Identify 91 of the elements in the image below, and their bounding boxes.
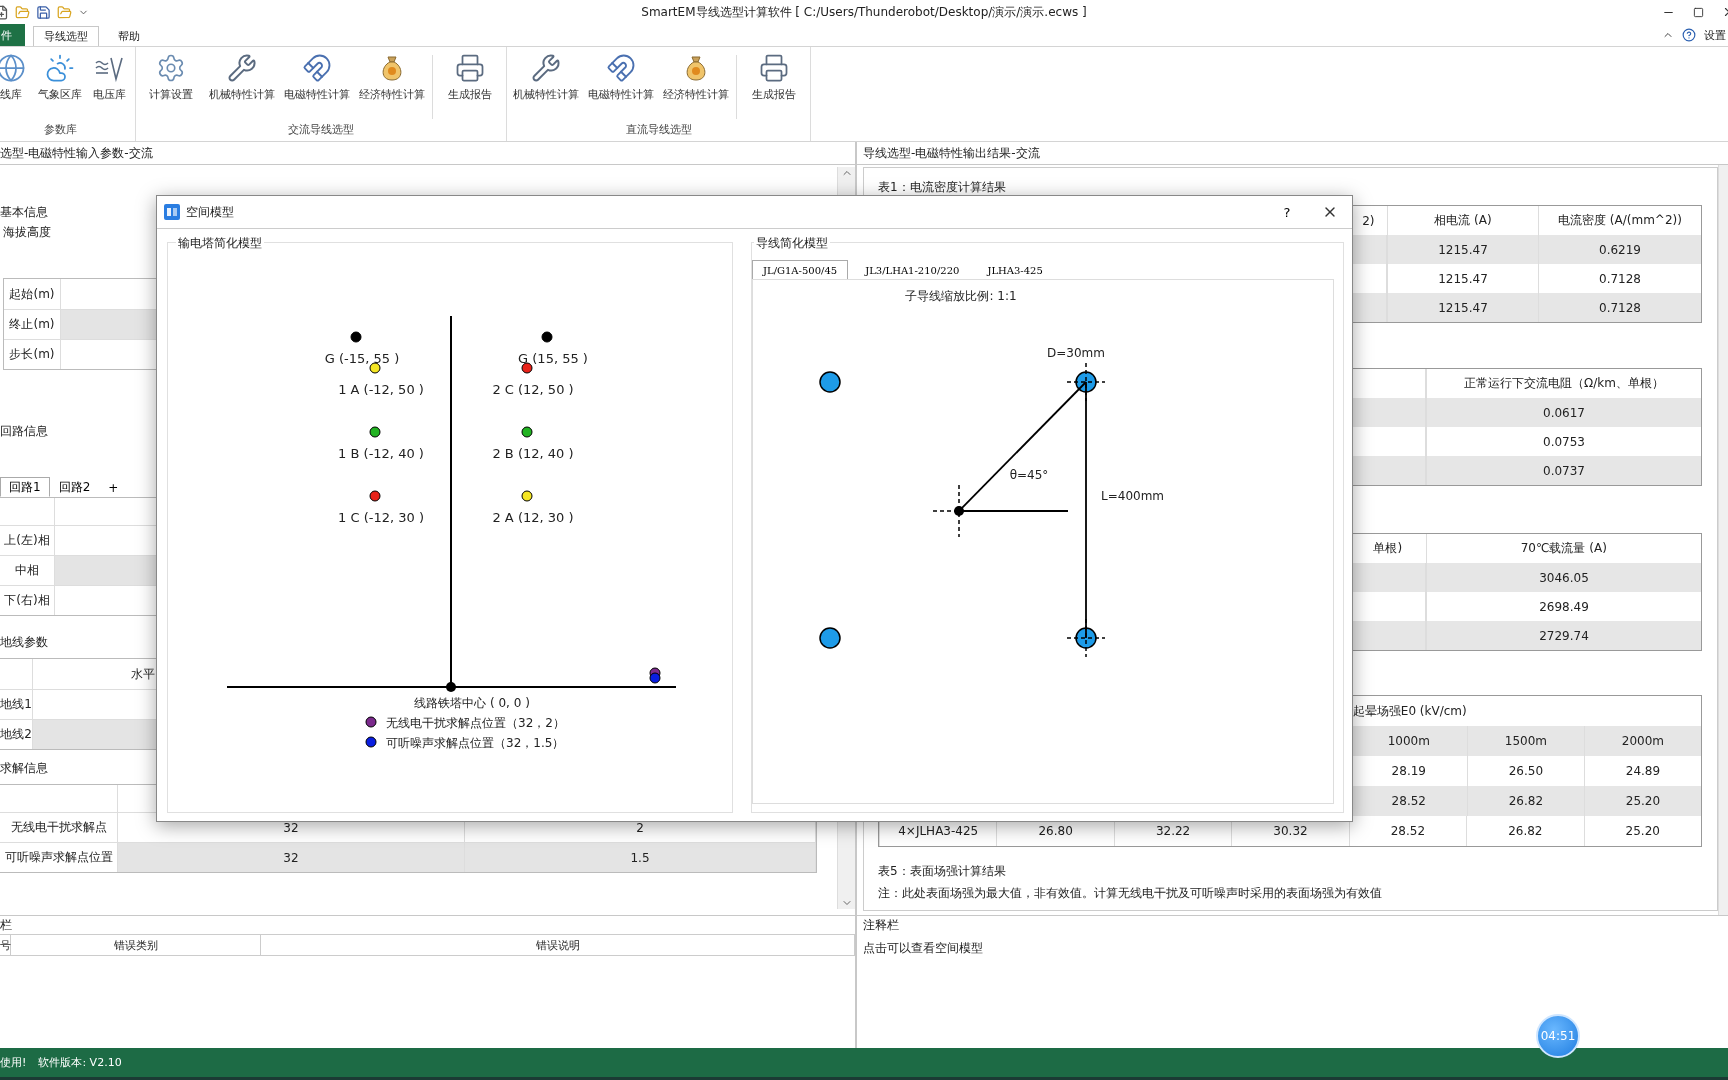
- panel-title: 导线选型-电磁特性输出结果-交流: [863, 144, 1040, 162]
- weather-icon: [45, 53, 75, 83]
- ribbon-button[interactable]: 机械特性计算: [207, 51, 277, 121]
- circuit-tab[interactable]: 回路1: [0, 477, 50, 497]
- field-label: 海拔高度: [3, 224, 51, 241]
- magnet-icon: [302, 53, 332, 83]
- ribbon-button[interactable]: 机械特性计算: [511, 51, 581, 121]
- point-label: 2 B (12, 40 ): [492, 446, 574, 461]
- note-text: 点击可以查看空间模型: [862, 940, 984, 957]
- panel-title: 栏: [0, 917, 13, 934]
- ribbon-button[interactable]: 气象区库: [38, 51, 82, 121]
- settings-icon: [156, 53, 186, 83]
- table-cell: 25.20: [1583, 816, 1701, 846]
- note-text: 注：此处表面场强为最大值，非有效值。计算无线电干扰及可听噪声时采用的表面场强为有效值: [878, 885, 1383, 902]
- point-label: 1 C (-12, 30 ): [338, 510, 424, 525]
- point-label: G (-15, 55 ): [324, 351, 400, 366]
- point-label: 1 A (-12, 50 ): [338, 382, 424, 397]
- point-label: 1 B (-12, 40 ): [338, 446, 424, 461]
- app-logo-icon: [164, 204, 180, 220]
- section-title: 回路信息: [0, 423, 48, 440]
- wrench-icon: [531, 53, 561, 83]
- dialog-title: 空间模型: [186, 203, 234, 221]
- panel-title: 注释栏: [862, 917, 900, 934]
- ribbon-group-label: 直流导线选型: [624, 122, 693, 138]
- help-icon[interactable]: [1682, 28, 1696, 42]
- section-title: 地线参数: [0, 634, 48, 651]
- ribbon-button[interactable]: 生成报告: [438, 51, 502, 121]
- ribbon-tab[interactable]: 导线选型: [33, 26, 99, 46]
- point-label: 2 A (12, 30 ): [492, 510, 574, 525]
- section-title: 基本信息: [0, 204, 48, 221]
- row-label: 地线1: [0, 690, 33, 719]
- subconductor-circle: [819, 627, 841, 649]
- table-cell: 0.7128: [1538, 293, 1701, 322]
- ribbon-group-label: 参数库: [42, 122, 78, 138]
- wrench-icon: [227, 53, 257, 83]
- group-title: 导线简化模型: [754, 235, 830, 252]
- ribbon-button[interactable]: 电磁特性计算: [586, 51, 656, 121]
- conductor-tab[interactable]: JL/G1A-500/45: [752, 260, 849, 279]
- subconductor-circle: [819, 371, 841, 393]
- table-cell: 0.0737: [1426, 456, 1701, 485]
- ribbon-button[interactable]: 电压库: [87, 51, 131, 121]
- table-title: 表5：表面场强计算结果: [878, 863, 1007, 880]
- group-title: 输电塔简化模型: [176, 235, 264, 252]
- row-label: 地线2: [0, 720, 33, 749]
- folder-icon[interactable]: [57, 4, 72, 20]
- tower-center-label: 线路铁塔中心 ( 0, 0 ): [414, 696, 530, 710]
- ribbon-button[interactable]: 电磁特性计算: [282, 51, 352, 121]
- status-text: 软件版本: V2.10: [38, 1055, 122, 1070]
- recording-timer: 04:51: [1536, 1014, 1580, 1058]
- column-header: 错误说明: [261, 935, 855, 955]
- table-cell: 32: [118, 843, 465, 872]
- ribbon-button[interactable]: 线库: [0, 51, 33, 121]
- diameter-label: D=30mm: [1047, 346, 1105, 360]
- maximize-icon[interactable]: [1693, 6, 1704, 18]
- folder-icon[interactable]: [15, 4, 30, 20]
- panel-title: 选型-电磁特性输入参数-交流: [0, 144, 153, 162]
- section-title: 求解信息: [0, 760, 48, 777]
- printer-icon: [759, 53, 789, 83]
- ribbon-button[interactable]: 经济特性计算: [661, 51, 731, 121]
- point-label: 2 C (12, 50 ): [492, 382, 574, 397]
- magnet-icon: [606, 53, 636, 83]
- column-header: 号: [0, 935, 11, 955]
- point-label: G (15, 55 ): [518, 351, 588, 366]
- file-menu-tab[interactable]: 件: [0, 24, 25, 46]
- globe-icon: [0, 53, 26, 83]
- row-label: 中相: [0, 556, 55, 585]
- scrollbar[interactable]: [1718, 165, 1728, 915]
- table-cell: 1.5: [465, 843, 816, 872]
- spacing-label: L=400mm: [1101, 489, 1165, 503]
- table-cell: 1215.47: [1387, 293, 1539, 322]
- row-label: 终止(m): [4, 310, 61, 339]
- table-title: 表1：电流密度计算结果: [878, 179, 1007, 196]
- table-cell: 2729.74: [1426, 621, 1701, 650]
- ribbon-button[interactable]: 经济特性计算: [357, 51, 427, 121]
- angle-label: θ=45°: [1009, 468, 1049, 482]
- ribbon-tab[interactable]: 帮助: [107, 26, 151, 46]
- save-icon[interactable]: [36, 4, 51, 20]
- legend-label: 可听噪声求解点位置（32，1.5）: [386, 736, 565, 750]
- ribbon-button[interactable]: 生成报告: [742, 51, 806, 121]
- status-text: 使用!: [0, 1055, 27, 1070]
- help-button[interactable]: ?: [1272, 203, 1302, 221]
- scale-label: 子导线缩放比例: 1:1: [905, 289, 1017, 303]
- ribbon-group-label: 交流导线选型: [287, 122, 355, 138]
- legend-label: 无线电干扰求解点位置（32，2）: [386, 716, 565, 730]
- printer-icon: [455, 53, 485, 83]
- window-title: SmartEM导线选型计算软件 [ C:/Users/Thunderobot/Desktop/演示/演示.ecws ]: [640, 3, 1088, 21]
- settings-link[interactable]: 设置: [1704, 27, 1726, 43]
- column-header: 错误类别: [11, 935, 261, 955]
- table-cell: 26.82: [1466, 816, 1584, 846]
- ribbon-button[interactable]: 计算设置: [140, 51, 202, 121]
- row-label: 可听噪声求解点位置: [0, 843, 118, 872]
